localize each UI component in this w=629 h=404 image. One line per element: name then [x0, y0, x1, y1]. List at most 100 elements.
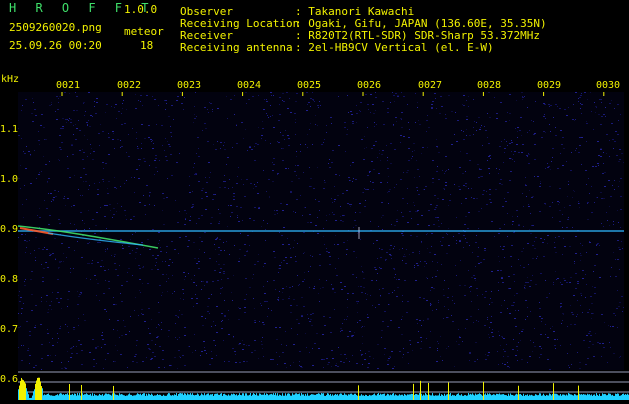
time-tick: 0029 [537, 80, 562, 91]
noise-pixel [408, 160, 410, 161]
noise-pixel [441, 245, 443, 246]
amplitude-bar [326, 395, 327, 400]
noise-pixel [21, 234, 23, 235]
noise-pixel [588, 347, 590, 348]
noise-pixel [204, 350, 206, 351]
noise-pixel [277, 141, 278, 142]
noise-pixel [286, 263, 288, 264]
noise-pixel [239, 343, 241, 344]
noise-pixel [32, 121, 34, 122]
amplitude-bar [214, 394, 215, 400]
amplitude-bar [588, 394, 589, 400]
amplitude-bar [455, 395, 456, 400]
noise-pixel [24, 240, 26, 241]
noise-pixel [574, 120, 575, 121]
noise-pixel [141, 242, 143, 243]
amplitude-bar [529, 394, 530, 400]
noise-pixel [594, 102, 595, 103]
noise-pixel [295, 261, 297, 262]
noise-pixel [126, 281, 128, 282]
noise-pixel [373, 113, 375, 114]
amplitude-bar [539, 393, 540, 400]
noise-pixel [249, 245, 250, 246]
noise-pixel [619, 149, 621, 150]
noise-pixel [104, 216, 106, 217]
noise-pixel [71, 347, 73, 348]
amplitude-bar [93, 395, 94, 400]
noise-pixel [527, 316, 528, 317]
noise-pixel [143, 158, 145, 159]
noise-pixel [486, 191, 487, 192]
amplitude-bar [265, 395, 266, 400]
amplitude-bar [446, 394, 447, 400]
noise-pixel [398, 279, 400, 280]
noise-pixel [142, 105, 143, 106]
noise-pixel [194, 258, 196, 259]
noise-pixel [222, 320, 223, 321]
noise-pixel [201, 241, 203, 242]
noise-pixel [103, 168, 104, 169]
noise-pixel [395, 93, 397, 94]
noise-pixel [215, 325, 216, 326]
noise-pixel [213, 194, 215, 195]
noise-pixel [262, 348, 263, 349]
noise-pixel [41, 358, 43, 359]
noise-pixel [88, 189, 89, 190]
noise-pixel [245, 278, 247, 279]
noise-pixel [27, 350, 29, 351]
amplitude-bar [535, 394, 536, 400]
noise-pixel [243, 344, 245, 345]
amplitude-bar [437, 395, 438, 400]
noise-pixel [71, 144, 73, 145]
noise-pixel [228, 188, 229, 189]
noise-pixel [617, 259, 619, 260]
noise-pixel [548, 104, 550, 105]
noise-pixel [279, 104, 280, 105]
noise-pixel [38, 174, 40, 175]
noise-pixel [118, 111, 120, 112]
amplitude-bar [329, 395, 330, 400]
noise-pixel [126, 109, 127, 110]
noise-pixel [34, 250, 35, 251]
noise-pixel [204, 252, 205, 253]
amplitude-bar [53, 395, 54, 400]
noise-pixel [391, 351, 393, 352]
noise-pixel [555, 104, 557, 105]
amplitude-bar [249, 394, 250, 400]
noise-pixel [579, 362, 581, 363]
amplitude-bar [307, 393, 308, 400]
noise-pixel [500, 246, 501, 247]
noise-pixel [58, 302, 60, 303]
noise-pixel [330, 117, 332, 118]
amplitude-bar [60, 393, 61, 400]
noise-pixel [162, 210, 163, 211]
noise-pixel [317, 125, 318, 126]
noise-pixel [291, 328, 292, 329]
noise-pixel [567, 353, 568, 354]
noise-pixel [112, 131, 114, 132]
amplitude-bar [530, 395, 531, 400]
amplitude-bar [344, 393, 345, 400]
noise-pixel [162, 261, 163, 262]
noise-pixel [282, 244, 284, 245]
noise-pixel [173, 119, 174, 120]
amplitude-bar [80, 395, 81, 400]
noise-pixel [66, 122, 67, 123]
noise-pixel [477, 256, 479, 257]
noise-pixel [154, 160, 156, 161]
noise-pixel [58, 102, 59, 103]
noise-pixel [195, 173, 197, 174]
noise-pixel [504, 257, 505, 258]
noise-pixel [562, 313, 564, 314]
noise-pixel [308, 102, 310, 103]
noise-pixel [387, 157, 388, 158]
noise-pixel [504, 198, 505, 199]
noise-pixel [572, 314, 574, 315]
noise-pixel [388, 176, 389, 177]
noise-pixel [541, 137, 543, 138]
noise-pixel [112, 217, 113, 218]
noise-pixel [377, 157, 378, 158]
noise-pixel [586, 184, 587, 185]
noise-pixel [589, 309, 590, 310]
noise-pixel [81, 364, 83, 365]
